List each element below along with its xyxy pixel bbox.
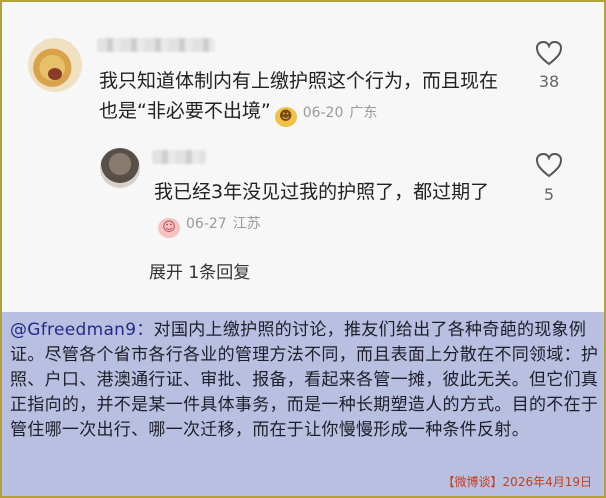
comment-body: 我只知道体制内有上缴护照这个行为，而且现在也是“非必要不出境” — [99, 70, 499, 122]
like-count: 5 — [543, 185, 555, 204]
reply-body: 我已经3年没见过我的护照了，都过期了 — [154, 181, 490, 203]
heart-outline-icon[interactable] — [534, 38, 564, 68]
footer-source-date: 【微博谈】2026年4月19日 — [442, 475, 592, 489]
reply-location: 江苏 — [232, 216, 261, 232]
blurred-username[interactable] — [97, 38, 215, 52]
caption-text: @Gfreedman9：对国内上缴护照的讨论，推友们给出了各种奇葩的现象例证。尽… — [10, 318, 600, 443]
reply-date: 06-27 — [186, 216, 227, 232]
sticker-emoji-icon: ☺ — [158, 218, 180, 238]
reply-text: 我已经3年没见过我的护照了，都过期了 ☺ 06-27 江苏 — [154, 177, 504, 239]
caption-panel: @Gfreedman9：对国内上缴护照的讨论，推友们给出了各种奇葩的现象例证。尽… — [2, 312, 604, 496]
heart-outline-icon[interactable] — [534, 150, 564, 180]
reply-avatar[interactable] — [100, 148, 140, 188]
comment-screenshot: 我只知道体制内有上缴护照这个行为，而且现在也是“非必要不出境” ☻ 06-20 广东 … — [2, 2, 604, 312]
comment-location: 广东 — [349, 105, 378, 121]
image-frame: 我只知道体制内有上缴护照这个行为，而且现在也是“非必要不出境” ☻ 06-20 广东 … — [0, 0, 606, 498]
comment-text: 我只知道体制内有上缴护照这个行为，而且现在也是“非必要不出境” ☻ 06-20 广东 — [99, 66, 499, 128]
expand-replies-link[interactable]: 展开 1条回复 — [149, 258, 250, 283]
blurred-username[interactable] — [152, 150, 206, 164]
like-count: 38 — [538, 72, 560, 91]
sticker-emoji-icon: ☻ — [274, 107, 297, 127]
comment-date: 06-20 — [302, 105, 344, 121]
caption-username[interactable]: @Gfreedman9： — [10, 320, 154, 340]
commenter-avatar[interactable] — [28, 38, 82, 92]
